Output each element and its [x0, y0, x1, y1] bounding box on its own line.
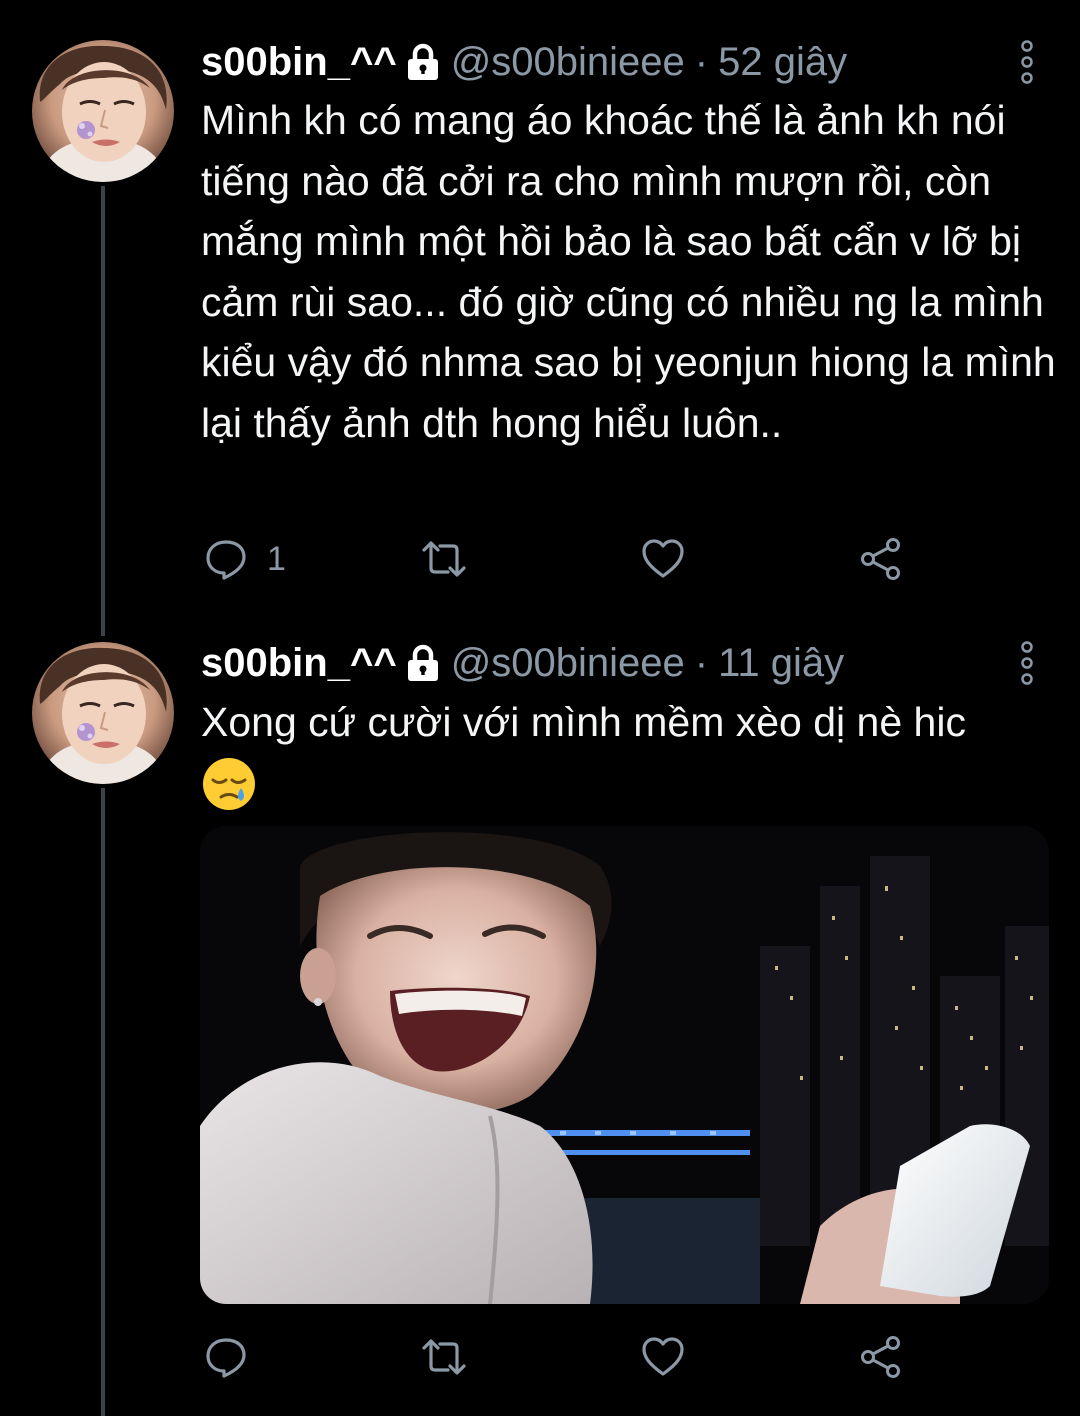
- handle[interactable]: @s00binieee: [451, 641, 685, 686]
- separator-dot: ·: [694, 640, 709, 685]
- display-name[interactable]: s00bin_^^: [201, 641, 397, 686]
- like-button[interactable]: [641, 1332, 685, 1382]
- reply-button[interactable]: [205, 1332, 267, 1382]
- avatar[interactable]: [32, 642, 174, 784]
- retweet-button[interactable]: [420, 1332, 468, 1382]
- share-button[interactable]: [859, 1332, 903, 1382]
- tweet-photo[interactable]: [200, 826, 1049, 1304]
- timestamp[interactable]: 11 giây: [718, 641, 844, 686]
- action-bar: [201, 1332, 921, 1382]
- retweet-icon: [420, 1336, 468, 1378]
- tweet-header: s00bin_^^ @s00binieee · 11 giây: [201, 641, 844, 685]
- more-options-icon[interactable]: [1013, 641, 1041, 685]
- reply-icon: [205, 1336, 247, 1378]
- sleepy-face-emoji: [201, 756, 257, 812]
- tweet[interactable]: s00bin_^^ @s00binieee · 11 giây Xong cứ …: [0, 0, 1080, 1416]
- share-icon: [859, 1335, 903, 1379]
- tweet-text: Xong cứ cười với mình mềm xèo dị nè hic: [201, 699, 966, 745]
- lock-icon: [405, 643, 441, 683]
- heart-icon: [641, 1336, 685, 1378]
